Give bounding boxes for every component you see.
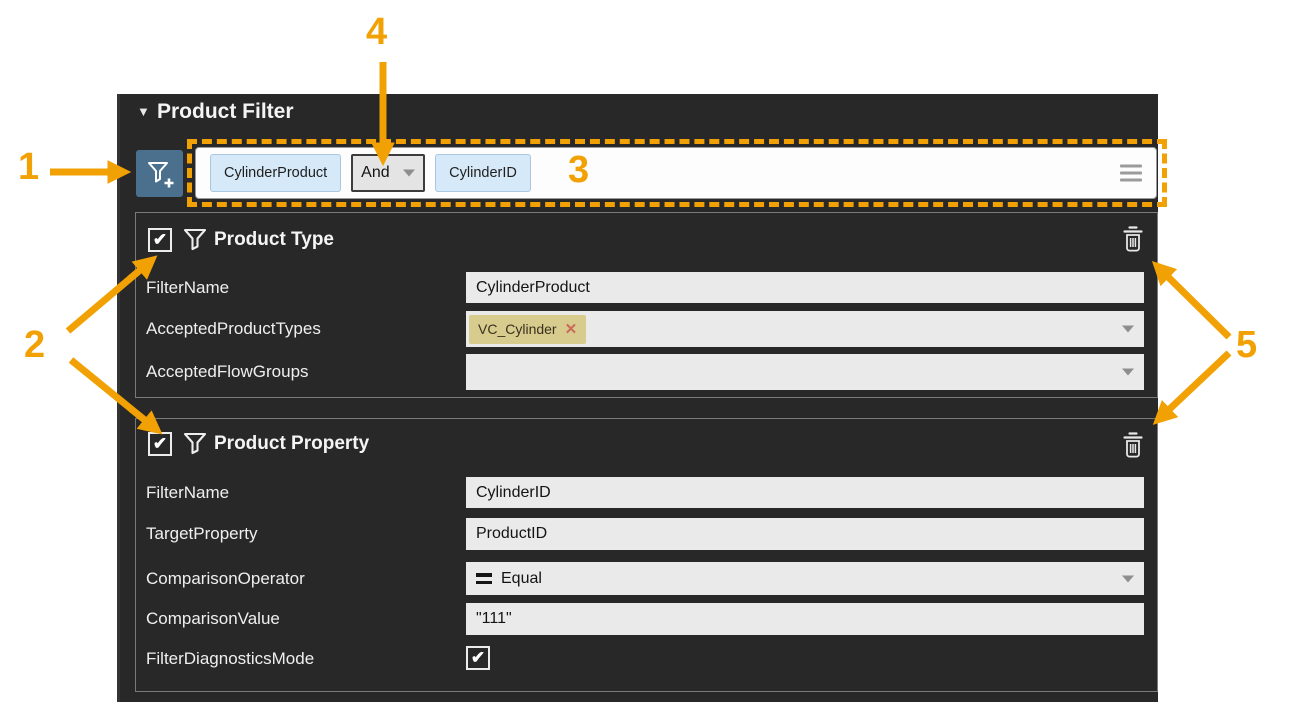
check-mark-icon: ✔: [153, 435, 167, 452]
filtername-label: FilterName: [146, 278, 229, 298]
chevron-down-icon: [403, 170, 415, 177]
field-row: AcceptedProductTypes VC_Cylinder ✕: [136, 311, 1157, 347]
trash-icon: [1121, 225, 1145, 253]
dropdown-value: Equal: [501, 570, 542, 588]
tag-vc-cylinder: VC_Cylinder ✕: [469, 315, 586, 344]
field-row: FilterName CylinderProduct: [136, 272, 1157, 303]
field-row: TargetProperty ProductID: [136, 518, 1157, 550]
product-filter-panel: ▼ Product Filter CylinderProduct And Cyl…: [117, 94, 1158, 702]
comparisonvalue-input[interactable]: "111": [466, 603, 1144, 635]
filter-plus-icon: [144, 158, 176, 190]
comparisonoperator-dropdown[interactable]: Equal: [466, 562, 1144, 595]
add-filter-button[interactable]: [136, 150, 183, 197]
hamburger-menu-button[interactable]: [1120, 161, 1142, 186]
arrow-5a: [1157, 266, 1229, 337]
tag-label: VC_Cylinder: [478, 321, 557, 337]
targetproperty-label: TargetProperty: [146, 524, 258, 544]
check-mark-icon: ✔: [153, 231, 167, 248]
product-type-card: ✔ Product Type FilterName CylinderProduc…: [135, 212, 1158, 398]
remove-tag-icon[interactable]: ✕: [565, 322, 578, 337]
card-title: Product Type: [214, 229, 334, 251]
panel-title: Product Filter: [157, 100, 294, 124]
product-property-enabled-checkbox[interactable]: ✔: [148, 432, 172, 456]
operator-dropdown[interactable]: And: [351, 154, 425, 192]
field-row: FilterDiagnosticsMode ✔: [136, 646, 1157, 672]
filtername-input[interactable]: CylinderProduct: [466, 272, 1144, 303]
delete-product-type-button[interactable]: [1121, 225, 1145, 258]
filterdiagnosticsmode-checkbox[interactable]: ✔: [466, 646, 490, 670]
panel-header: ▼ Product Filter: [120, 94, 1158, 134]
product-property-card: ✔ Product Property FilterName CylinderID…: [135, 418, 1158, 692]
filtername-input[interactable]: CylinderID: [466, 477, 1144, 508]
delete-product-property-button[interactable]: [1121, 431, 1145, 464]
equals-icon: [476, 569, 492, 588]
filter-expression-bar[interactable]: CylinderProduct And CylinderID: [195, 147, 1157, 199]
callout-2: 2: [24, 326, 45, 364]
targetproperty-input[interactable]: ProductID: [466, 518, 1144, 550]
field-row: FilterName CylinderID: [136, 477, 1157, 508]
product-type-enabled-checkbox[interactable]: ✔: [148, 228, 172, 252]
acceptedflowgroups-dropdown[interactable]: [466, 354, 1144, 390]
funnel-icon: [182, 227, 208, 253]
card-title: Product Property: [214, 433, 369, 455]
acceptedproducttypes-label: AcceptedProductTypes: [146, 319, 321, 339]
arrow-5b: [1158, 353, 1229, 420]
acceptedproducttypes-dropdown[interactable]: VC_Cylinder ✕: [466, 311, 1144, 347]
hamburger-icon: [1120, 165, 1142, 168]
trash-icon: [1121, 431, 1145, 459]
filter-chip-product-property[interactable]: CylinderID: [435, 154, 531, 192]
comparisonoperator-label: ComparisonOperator: [146, 569, 305, 589]
collapse-triangle-icon[interactable]: ▼: [137, 105, 150, 118]
callout-5: 5: [1236, 326, 1257, 364]
chevron-down-icon: [1122, 369, 1134, 376]
comparisonvalue-label: ComparisonValue: [146, 609, 280, 629]
chevron-down-icon: [1122, 575, 1134, 582]
field-row: ComparisonValue "111": [136, 603, 1157, 635]
acceptedflowgroups-label: AcceptedFlowGroups: [146, 362, 309, 382]
filterdiagnosticsmode-label: FilterDiagnosticsMode: [146, 649, 314, 669]
field-row: AcceptedFlowGroups: [136, 354, 1157, 390]
callout-4: 4: [366, 13, 387, 51]
operator-value: And: [361, 164, 389, 182]
filter-chip-product-type[interactable]: CylinderProduct: [210, 154, 341, 192]
check-mark-icon: ✔: [471, 649, 485, 666]
filtername-label: FilterName: [146, 483, 229, 503]
callout-1: 1: [18, 148, 39, 186]
chevron-down-icon: [1122, 326, 1134, 333]
funnel-icon: [182, 431, 208, 457]
field-row: ComparisonOperator Equal: [136, 562, 1157, 595]
